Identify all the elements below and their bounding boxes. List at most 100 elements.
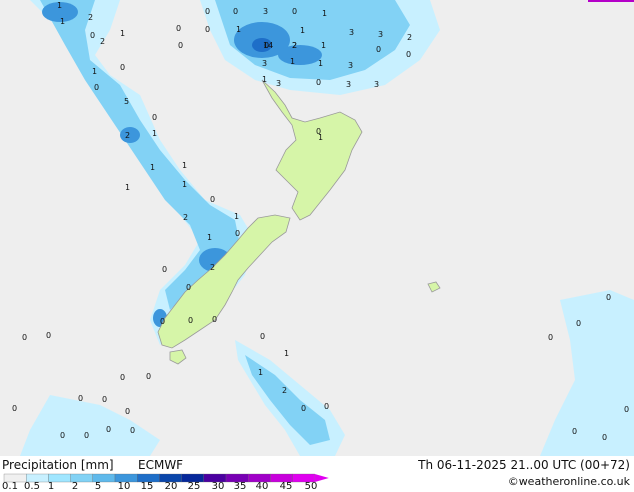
precip-value-label: 0 — [12, 404, 17, 413]
precip-value-label: 2 — [292, 41, 297, 50]
model-name: ECMWF — [138, 458, 184, 472]
precip-value-label: 14 — [263, 41, 273, 50]
precip-value-label: 0 — [94, 83, 99, 92]
precip-value-label: 1 — [152, 129, 157, 138]
precip-value-label: 0 — [624, 405, 629, 414]
precip-value-label: 1 — [236, 25, 241, 34]
color-scale-tick-label: 10 — [117, 481, 131, 492]
precip-value-label: 0 — [260, 332, 265, 341]
precip-value-label: 0 — [301, 404, 306, 413]
precip-value-label: 1 — [262, 75, 267, 84]
precip-value-label: 0 — [235, 229, 240, 238]
precip-value-label: 0 — [22, 333, 27, 342]
precip-value-label: 1 — [318, 133, 323, 142]
precip-value-label: 3 — [276, 79, 281, 88]
precip-value-label: 0 — [316, 78, 321, 87]
precip-value-label: 3 — [378, 30, 383, 39]
precip-value-label: 3 — [349, 28, 354, 37]
precip-value-label: 0 — [406, 50, 411, 59]
precip-value-label: 0 — [212, 315, 217, 324]
precip-value-label: 0 — [78, 394, 83, 403]
precip-value-label: 0 — [90, 31, 95, 40]
precip-value-label: 1 — [321, 41, 326, 50]
precip-value-label: 0 — [572, 427, 577, 436]
color-scale-tick-label: 20 — [164, 481, 178, 492]
precip-value-label: 2 — [407, 33, 412, 42]
credit-text: ©weatheronline.co.uk — [507, 475, 630, 488]
frame-corner-mark — [588, 0, 634, 2]
precip-value-label: 3 — [262, 59, 267, 68]
precip-value-label: 2 — [183, 213, 188, 222]
color-scale-tick-label: 15 — [140, 481, 154, 492]
precip-value-label: 0 — [188, 316, 193, 325]
precip-value-label: 3 — [374, 80, 379, 89]
precip-value-label: 0 — [205, 7, 210, 16]
precip-value-label: 1 — [207, 233, 212, 242]
precip-value-label: 1 — [92, 67, 97, 76]
precip-value-label: 1 — [290, 57, 295, 66]
color-scale-tick-label: 45 — [279, 481, 293, 492]
precip-value-label: 1 — [234, 212, 239, 221]
precip-value-label: 1 — [318, 59, 323, 68]
color-scale-tick-label: 25 — [187, 481, 201, 492]
precip-value-label: 1 — [182, 180, 187, 189]
precip-value-label: 1 — [125, 183, 130, 192]
precip-value-label: 2 — [282, 386, 287, 395]
precip-value-label: 2 — [125, 131, 130, 140]
precip-value-label: 0 — [125, 407, 130, 416]
precip-value-label: 1 — [182, 161, 187, 170]
legend-bar: Precipitation [mm] ECMWF Th 06-11-2025 2… — [0, 456, 634, 492]
color-scale-tick-label: 50 — [304, 481, 318, 492]
precip-value-label: 0 — [324, 402, 329, 411]
precip-value-label: 0 — [120, 63, 125, 72]
precip-value-label: 1 — [322, 9, 327, 18]
precip-value-label: 1 — [120, 29, 125, 38]
precip-value-label: 1 — [150, 163, 155, 172]
precip-value-label: 0 — [576, 319, 581, 328]
precip-value-label: 3 — [348, 61, 353, 70]
precipitation-map: 1210 013 0 10 1032 010 32 102001 0502 1011113 1 1 31… — [0, 0, 634, 456]
precip-value-label: 0 — [210, 195, 215, 204]
precip-value-label: 0 — [376, 45, 381, 54]
precip-value-label: 1 — [284, 349, 289, 358]
precip-value-label: 0 — [186, 283, 191, 292]
precip-value-label: 2 — [88, 13, 93, 22]
legend-title: Precipitation [mm] — [2, 458, 114, 472]
precip-value-label: 0 — [130, 426, 135, 435]
precip-value-label: 0 — [60, 431, 65, 440]
color-scale-tick-label: 0.5 — [24, 481, 40, 492]
precip-value-label: 2 — [100, 37, 105, 46]
precip-value-label: 0 — [120, 373, 125, 382]
precip-value-label: 0 — [292, 7, 297, 16]
color-scale-tick-label: 35 — [233, 481, 247, 492]
color-scale-tick-label: 5 — [94, 481, 102, 492]
precip-value-label: 0 — [602, 433, 607, 442]
precip-value-label: 0 — [102, 395, 107, 404]
precip-value-label: 1 — [60, 17, 65, 26]
precip-value-label: 0 — [205, 25, 210, 34]
precip-value-label: 0 — [84, 431, 89, 440]
color-scale-tick-label: 0.1 — [2, 481, 18, 492]
precip-value-label: 1 — [57, 1, 62, 10]
color-scale-tick-label: 30 — [211, 481, 225, 492]
precip-value-label: 0 — [548, 333, 553, 342]
precip-value-label: 3 — [263, 7, 268, 16]
color-scale-tick-label: 1 — [47, 481, 55, 492]
precip-value-label: 0 — [178, 41, 183, 50]
precip-value-label: 0 — [152, 113, 157, 122]
precip-value-label: 2 — [210, 263, 215, 272]
valid-time: Th 06-11-2025 21..00 UTC (00+72) — [418, 458, 630, 472]
precip-value-label: 1 — [258, 368, 263, 377]
precip-value-label: 3 — [346, 80, 351, 89]
precip-value-label: 1 — [300, 26, 305, 35]
precip-value-label: 0 — [233, 7, 238, 16]
precip-value-label: 0 — [162, 265, 167, 274]
map-stage: 1210013010103201032102001050210111131131… — [0, 0, 634, 492]
precip-value-label: 0 — [46, 331, 51, 340]
precip-value-label: 0 — [146, 372, 151, 381]
precip-value-label: 0 — [106, 425, 111, 434]
color-scale-tick-label: 2 — [71, 481, 79, 492]
precip-value-label: 0 — [160, 317, 165, 326]
color-scale-tick-label: 40 — [255, 481, 269, 492]
precip-value-label: 0 — [176, 24, 181, 33]
